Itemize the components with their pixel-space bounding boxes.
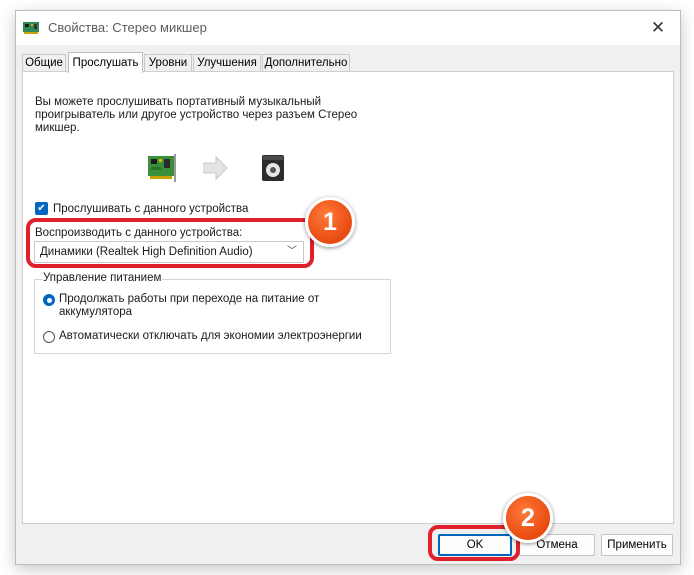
sound-card-icon — [23, 22, 39, 34]
listen-checkbox-row[interactable]: ✔ Прослушивать с данного устройства — [35, 202, 248, 215]
radio-unselected[interactable] — [43, 331, 55, 343]
power-management-label: Управление питанием — [42, 272, 163, 284]
checkmark-icon: ✔ — [37, 203, 46, 214]
sound-card-icon — [148, 154, 176, 182]
power-option-continue[interactable]: Продолжать работы при переходе на питани… — [43, 293, 339, 319]
listen-checkbox-label: Прослушивать с данного устройства — [53, 202, 249, 215]
power-option-auto-off-label: Автоматически отключать для экономии эле… — [59, 330, 362, 342]
tab-general[interactable]: Общие — [22, 54, 66, 71]
listen-tab-panel: Вы можете прослушивать портативный музык… — [22, 71, 674, 524]
window-title: Свойства: Стерео микшер — [48, 20, 207, 35]
close-icon: ✕ — [650, 18, 666, 37]
annotation-highlight-device — [26, 218, 314, 268]
power-option-auto-off[interactable]: Автоматически отключать для экономии эле… — [43, 330, 389, 343]
tab-advanced[interactable]: Дополнительно — [262, 54, 350, 71]
power-management-group: Управление питанием Продолжать работы пр… — [34, 272, 391, 354]
arrow-right-icon — [203, 155, 228, 181]
close-button[interactable]: ✕ — [636, 11, 680, 45]
tab-listen[interactable]: Прослушать — [68, 52, 143, 73]
apply-button[interactable]: Применить — [601, 534, 673, 556]
annotation-badge-1: 1 — [305, 197, 355, 247]
tab-enhancements[interactable]: Улучшения — [193, 54, 261, 71]
tab-levels[interactable]: Уровни — [144, 54, 192, 71]
annotation-badge-2: 2 — [503, 493, 553, 543]
illustration — [148, 154, 284, 182]
radio-selected[interactable] — [43, 294, 55, 306]
listen-checkbox[interactable]: ✔ — [35, 202, 48, 215]
speaker-icon — [262, 155, 284, 181]
properties-dialog: Свойства: Стерео микшер ✕ Общие Прослуша… — [15, 10, 681, 565]
title-bar: Свойства: Стерео микшер ✕ — [16, 11, 680, 45]
power-option-continue-label: Продолжать работы при переходе на питани… — [59, 293, 320, 318]
